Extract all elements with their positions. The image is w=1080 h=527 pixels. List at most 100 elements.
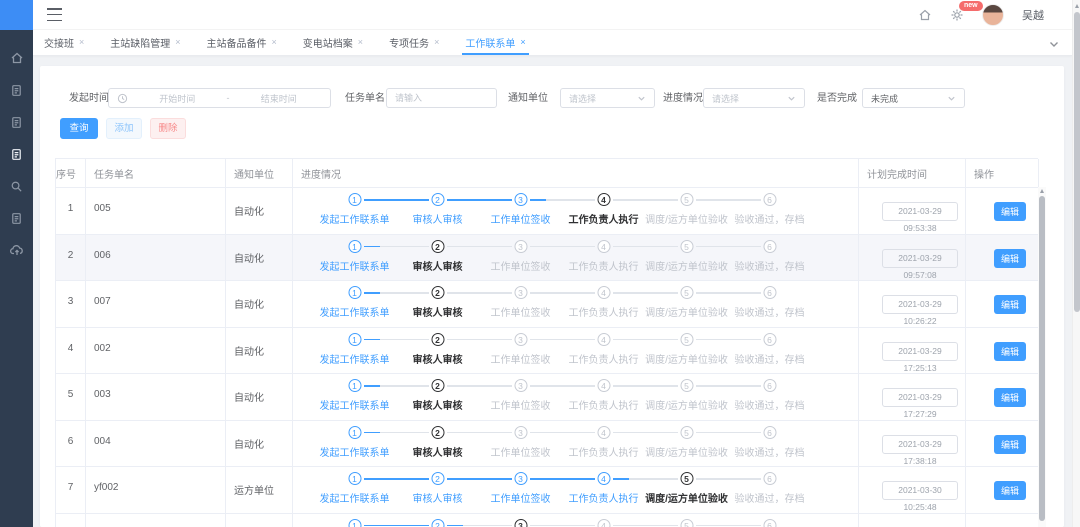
- progress-step: 6 验收通过，存档: [728, 467, 811, 514]
- tab[interactable]: 变电站档案 ×: [302, 30, 364, 55]
- step-number-circle: 2: [431, 286, 444, 299]
- sidebar-document-icon[interactable]: [0, 202, 33, 234]
- cell-plan-time: 2021-03-29 17:27:29: [859, 374, 966, 420]
- cell-task-name: [86, 514, 226, 527]
- progress-step: 4 工作负责人执行: [562, 328, 645, 375]
- scroll-up-icon[interactable]: [1040, 189, 1044, 193]
- step-label: 工作负责人执行: [569, 258, 639, 273]
- delete-button[interactable]: 删除: [150, 118, 186, 139]
- chevron-down-icon[interactable]: [1048, 37, 1060, 49]
- chevron-down-icon: [637, 94, 646, 103]
- cell-notify-unit: 自动化: [226, 374, 293, 420]
- progress-step: 3 工作单位签收: [479, 281, 562, 328]
- close-icon[interactable]: ×: [358, 38, 363, 47]
- app-logo: [0, 0, 33, 30]
- tasks-table: 序号 任务单名 通知单位 进度情况 计划完成时间 操作 1 005 自动化 1 …: [55, 158, 1038, 527]
- sidebar-home-icon[interactable]: [0, 42, 33, 74]
- close-icon[interactable]: ×: [520, 38, 525, 47]
- cell-notify-unit: 自动化: [226, 188, 293, 234]
- tab-bar: 交接班 × 主站缺陷管理 × 主站备品备件 × 变电站档案 × 专项任务 × 工…: [33, 30, 1072, 56]
- page-scrollbar-thumb[interactable]: [1074, 12, 1080, 312]
- tab[interactable]: 专项任务 ×: [388, 30, 440, 55]
- page-scrollbar: [1072, 0, 1080, 527]
- progress-select[interactable]: 请选择: [703, 88, 805, 108]
- close-icon[interactable]: ×: [272, 38, 277, 47]
- edit-button[interactable]: 编辑: [994, 249, 1026, 268]
- cell-seq: 6: [56, 421, 86, 467]
- sidebar-document-icon[interactable]: [0, 74, 33, 106]
- progress-label: 进度情况: [663, 89, 703, 108]
- plan-time-box: 2021-03-29 17:38:18: [882, 435, 958, 454]
- hamburger-menu-icon[interactable]: [47, 8, 62, 21]
- step-number-circle: 4: [597, 333, 610, 346]
- step-number-circle: 1: [348, 193, 361, 206]
- progress-step: 4 工作负责人执行: [562, 421, 645, 468]
- user-name[interactable]: 吴越: [1022, 7, 1044, 23]
- tab[interactable]: 工作联系单 ×: [464, 30, 526, 55]
- edit-button[interactable]: 编辑: [994, 295, 1026, 314]
- cell-actions: 编辑: [966, 281, 1039, 327]
- add-button[interactable]: 添加: [106, 118, 142, 139]
- step-label: 验收通过，存档: [735, 211, 805, 226]
- gear-icon[interactable]: new: [950, 8, 964, 22]
- step-number-circle: 4: [597, 286, 610, 299]
- start-time-label: 发起时间: [69, 89, 109, 108]
- cell-seq: 1: [56, 188, 86, 234]
- tab-label: 交接班: [44, 35, 74, 50]
- cell-plan-time: 2021-03-30 10:25:48: [859, 467, 966, 513]
- step-label: 工作负责人执行: [569, 444, 639, 459]
- topbar: new 吴越: [33, 0, 1072, 30]
- progress-step: 2 审核人审核: [396, 281, 479, 328]
- home-icon[interactable]: [918, 8, 932, 22]
- step-number-circle: 3: [514, 286, 527, 299]
- table-scrollbar-thumb[interactable]: [1039, 196, 1045, 521]
- tab[interactable]: 主站备品备件 ×: [206, 30, 278, 55]
- avatar[interactable]: [982, 4, 1004, 26]
- clock-icon: [117, 93, 128, 104]
- progress-step: 1 发起工作联系单: [313, 467, 396, 514]
- tab[interactable]: 交接班 ×: [43, 30, 85, 55]
- sidebar-search-icon[interactable]: [0, 170, 33, 202]
- tab-label: 变电站档案: [303, 35, 353, 50]
- step-label: 验收通过，存档: [735, 258, 805, 273]
- cell-task-name: 006: [86, 235, 226, 281]
- query-button[interactable]: 查询: [60, 118, 98, 139]
- cell-actions: 编辑: [966, 328, 1039, 374]
- step-number-circle: 1: [348, 240, 361, 253]
- sidebar-cloud-upload-icon[interactable]: [0, 234, 33, 266]
- complete-select[interactable]: 未完成: [862, 88, 965, 108]
- tab[interactable]: 主站缺陷管理 ×: [109, 30, 181, 55]
- notify-unit-select[interactable]: 请选择: [560, 88, 655, 108]
- edit-button[interactable]: 编辑: [994, 202, 1026, 221]
- step-number-circle: 5: [680, 519, 693, 527]
- edit-button[interactable]: 编辑: [994, 342, 1026, 361]
- step-number-circle: 4: [597, 379, 610, 392]
- cell-progress: 1 发起工作联系单 2 审核人审核 3 工作单位签收 4 工作负责人执行 5 调…: [293, 467, 859, 513]
- step-label: 验收通过，存档: [735, 304, 805, 319]
- cell-task-name: 005: [86, 188, 226, 234]
- edit-button[interactable]: 编辑: [994, 481, 1026, 500]
- close-icon[interactable]: ×: [434, 38, 439, 47]
- sidebar-document-icon[interactable]: [0, 106, 33, 138]
- progress-step: 5 调度/运方单位验收: [645, 235, 728, 282]
- close-icon[interactable]: ×: [79, 38, 84, 47]
- close-icon[interactable]: ×: [175, 38, 180, 47]
- cell-plan-time: 2021-03-29 09:53:38: [859, 188, 966, 234]
- cell-task-name: 007: [86, 281, 226, 327]
- progress-step: 3 工作单位签收: [479, 235, 562, 282]
- sidebar-document-icon[interactable]: [0, 138, 33, 170]
- cell-plan-time: [859, 514, 966, 527]
- task-name-field-wrap: [386, 88, 497, 108]
- step-number-circle: 6: [763, 426, 776, 439]
- step-number-circle: 3: [514, 333, 527, 346]
- progress-step: 5 调度/运方单位验收: [645, 421, 728, 468]
- cell-notify-unit: 运方单位: [226, 467, 293, 513]
- task-name-input[interactable]: [387, 89, 496, 107]
- end-time-placeholder: 结束时间: [236, 92, 323, 105]
- edit-button[interactable]: 编辑: [994, 388, 1026, 407]
- edit-button[interactable]: 编辑: [994, 435, 1026, 454]
- cell-progress: 1 发起工作联系单 2 审核人审核 3 工作单位签收 4 工作负责人执行 5 调…: [293, 514, 859, 527]
- tab-label: 专项任务: [389, 35, 429, 50]
- date-range-picker[interactable]: 开始时间 - 结束时间: [108, 88, 331, 108]
- scroll-up-icon[interactable]: [1075, 4, 1079, 8]
